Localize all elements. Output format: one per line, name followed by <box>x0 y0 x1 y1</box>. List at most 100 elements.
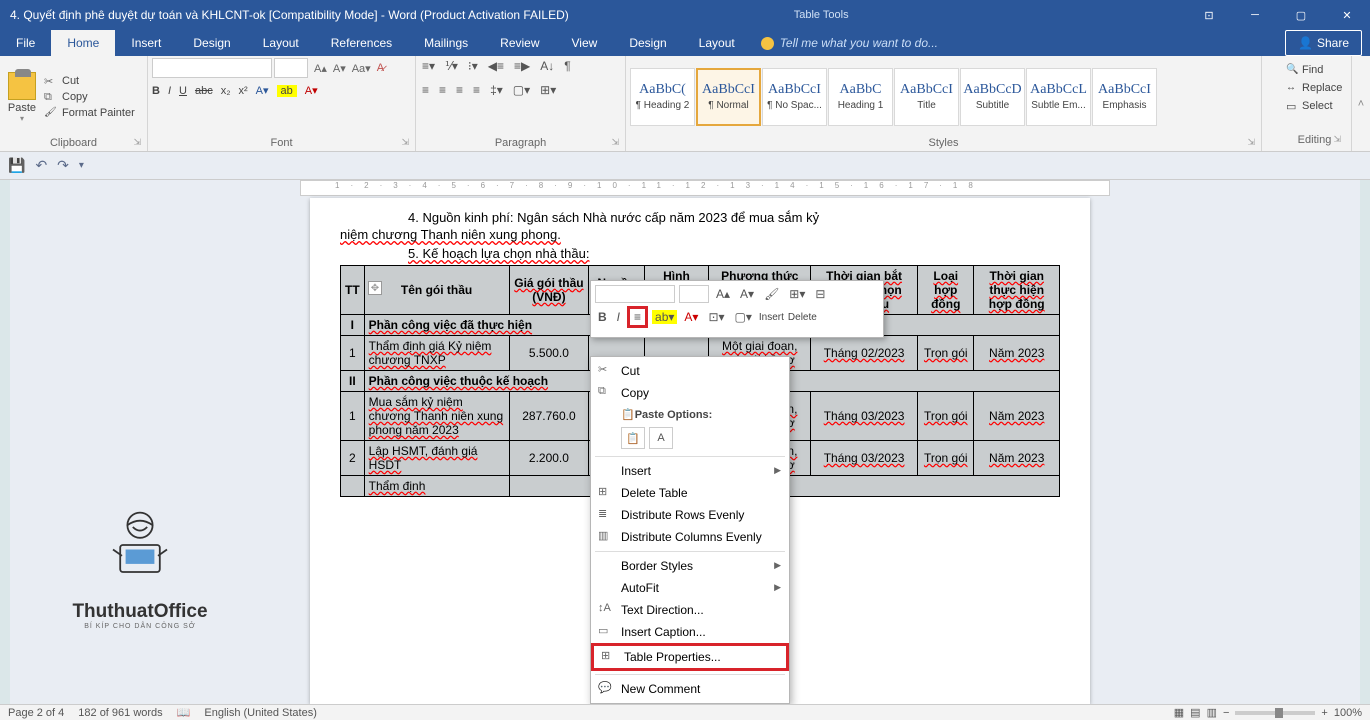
multilevel-button[interactable]: ⁝▾ <box>466 58 480 74</box>
qat-customize-button[interactable]: ▾ <box>79 160 84 171</box>
ctx-distribute-cols[interactable]: ▥Distribute Columns Evenly <box>591 526 789 548</box>
mini-font-color[interactable]: A▾ <box>681 309 701 325</box>
line-spacing-button[interactable]: ‡▾ <box>488 82 505 98</box>
maximize-button[interactable]: ▢ <box>1278 0 1324 30</box>
increase-indent-button[interactable]: ≡▶ <box>512 58 532 74</box>
ctx-text-direction[interactable]: ↕AText Direction... <box>591 599 789 621</box>
view-web[interactable]: ▥ <box>1207 706 1217 719</box>
undo-button[interactable]: ↶ <box>35 157 47 174</box>
shading-button[interactable]: ▢▾ <box>511 82 532 98</box>
mini-font-family[interactable] <box>595 285 675 303</box>
italic-button[interactable]: I <box>168 85 171 97</box>
save-button[interactable]: 💾 <box>8 157 25 174</box>
highlight-button[interactable]: ab <box>277 85 297 97</box>
numbering-button[interactable]: ⅟▾ <box>443 58 460 74</box>
format-painter-button[interactable]: Format Painter <box>44 105 137 121</box>
show-marks-button[interactable]: ¶ <box>562 58 572 74</box>
th-ten[interactable]: Tên gói thầu <box>364 266 509 315</box>
mini-align-center[interactable]: ≡ <box>631 309 644 325</box>
tell-me-search[interactable]: Tell me what you want to do... <box>751 30 948 56</box>
font-family-input[interactable] <box>152 58 272 78</box>
zoom-out[interactable]: − <box>1223 707 1229 719</box>
text-effects-button[interactable]: A▾ <box>256 84 269 97</box>
tab-insert[interactable]: Insert <box>115 30 177 56</box>
bold-button[interactable]: B <box>152 85 160 97</box>
horizontal-ruler[interactable]: 1·2·3·4·5·6·7·8·9·10·11·12·13·14·15·16·1… <box>300 180 1110 196</box>
mini-border[interactable]: ⊡▾ <box>705 309 727 325</box>
tab-file[interactable]: File <box>0 30 51 56</box>
tab-design[interactable]: Design <box>177 30 246 56</box>
font-size-input[interactable] <box>274 58 308 78</box>
tab-view[interactable]: View <box>556 30 614 56</box>
ctx-table-properties[interactable]: ⊞Table Properties... <box>591 643 789 671</box>
view-print[interactable]: ▤ <box>1190 706 1200 719</box>
tab-review[interactable]: Review <box>484 30 555 56</box>
mini-bold[interactable]: B <box>595 309 610 325</box>
minimize-button[interactable]: ─ <box>1232 0 1278 30</box>
mini-shading[interactable]: ▢▾ <box>732 309 755 325</box>
borders-button[interactable]: ⊞▾ <box>538 82 558 98</box>
styles-gallery[interactable]: AaBbC(¶ Heading 2 AaBbCcI¶ Normal AaBbCc… <box>630 58 1257 135</box>
mini-highlight[interactable]: ab▾ <box>652 310 677 324</box>
justify-button[interactable]: ≡ <box>471 82 482 98</box>
style-title[interactable]: AaBbCcITitle <box>894 68 959 126</box>
paste-button[interactable]: Paste ▾ <box>4 70 40 123</box>
close-button[interactable]: ✕ <box>1324 0 1370 30</box>
mini-shrink-font[interactable]: A▾ <box>737 286 757 302</box>
ctx-distribute-rows[interactable]: ≣Distribute Rows Evenly <box>591 504 789 526</box>
mini-insert-label[interactable]: Insert <box>759 312 784 323</box>
tab-references[interactable]: References <box>315 30 408 56</box>
subscript-button[interactable]: x₂ <box>221 85 231 97</box>
th-tg2[interactable]: Thời gian thực hiện hợp đồng <box>974 266 1060 315</box>
zoom-level[interactable]: 100% <box>1334 707 1362 719</box>
ctx-border-styles[interactable]: Border Styles▶ <box>591 555 789 577</box>
ctx-insert-caption[interactable]: ▭Insert Caption... <box>591 621 789 643</box>
find-button[interactable]: Find <box>1286 61 1343 79</box>
decrease-indent-button[interactable]: ◀≡ <box>486 58 506 74</box>
bullets-button[interactable]: ≡▾ <box>420 58 437 74</box>
mini-delete-label[interactable]: Delete <box>788 312 817 323</box>
status-page[interactable]: Page 2 of 4 <box>8 707 64 719</box>
cut-button[interactable]: Cut <box>44 73 137 89</box>
mini-font-size[interactable] <box>679 285 709 303</box>
mini-insert-rowcol[interactable]: ⊞▾ <box>786 286 808 302</box>
redo-button[interactable]: ↷ <box>57 157 69 174</box>
align-left-button[interactable]: ≡ <box>420 82 431 98</box>
superscript-button[interactable]: x² <box>239 85 248 97</box>
style-heading2[interactable]: AaBbC(¶ Heading 2 <box>630 68 695 126</box>
shrink-font-button[interactable]: A▾ <box>333 62 346 75</box>
collapse-ribbon-button[interactable]: ˄ <box>1352 56 1370 151</box>
mini-delete-rowcol[interactable]: ⊟ <box>812 286 828 302</box>
th-gia[interactable]: Giá gói thầu (VNĐ) <box>509 266 589 315</box>
underline-button[interactable]: U <box>179 85 187 97</box>
font-color-button[interactable]: A▾ <box>305 84 318 97</box>
replace-button[interactable]: Replace <box>1286 79 1343 97</box>
grow-font-button[interactable]: A▴ <box>314 62 327 75</box>
paste-text-only[interactable]: A <box>649 427 673 449</box>
tab-home[interactable]: Home <box>51 30 115 56</box>
align-right-button[interactable]: ≡ <box>454 82 465 98</box>
select-button[interactable]: Select <box>1286 97 1343 115</box>
style-subtle-emphasis[interactable]: AaBbCcLSubtle Em... <box>1026 68 1091 126</box>
mini-format-painter[interactable]: 🖌 <box>761 286 782 302</box>
paste-keep-source[interactable]: 📋 <box>621 427 645 449</box>
style-normal[interactable]: AaBbCcI¶ Normal <box>696 68 761 126</box>
tab-mailings[interactable]: Mailings <box>408 30 484 56</box>
status-proofing-icon[interactable]: 📖 <box>177 706 191 719</box>
align-center-button[interactable]: ≡ <box>437 82 448 98</box>
change-case-button[interactable]: Aa▾ <box>352 62 371 75</box>
ctx-insert[interactable]: Insert▶ <box>591 460 789 482</box>
th-loai[interactable]: Loại hợp đồng <box>918 266 974 315</box>
ribbon-options-button[interactable]: ⊡ <box>1186 0 1232 30</box>
clear-formatting-button[interactable]: A̷ <box>377 62 384 74</box>
mini-grow-font[interactable]: A▴ <box>713 286 733 302</box>
style-heading1[interactable]: AaBbCHeading 1 <box>828 68 893 126</box>
zoom-slider[interactable] <box>1235 711 1315 715</box>
ctx-copy[interactable]: ⧉Copy <box>591 382 789 404</box>
style-nospacing[interactable]: AaBbCcI¶ No Spac... <box>762 68 827 126</box>
th-tt[interactable]: TT <box>341 266 365 315</box>
strike-button[interactable]: abc <box>195 85 213 97</box>
sort-button[interactable]: A↓ <box>538 58 556 74</box>
mini-italic[interactable]: I <box>614 309 623 325</box>
ctx-delete-table[interactable]: ⊞Delete Table <box>591 482 789 504</box>
